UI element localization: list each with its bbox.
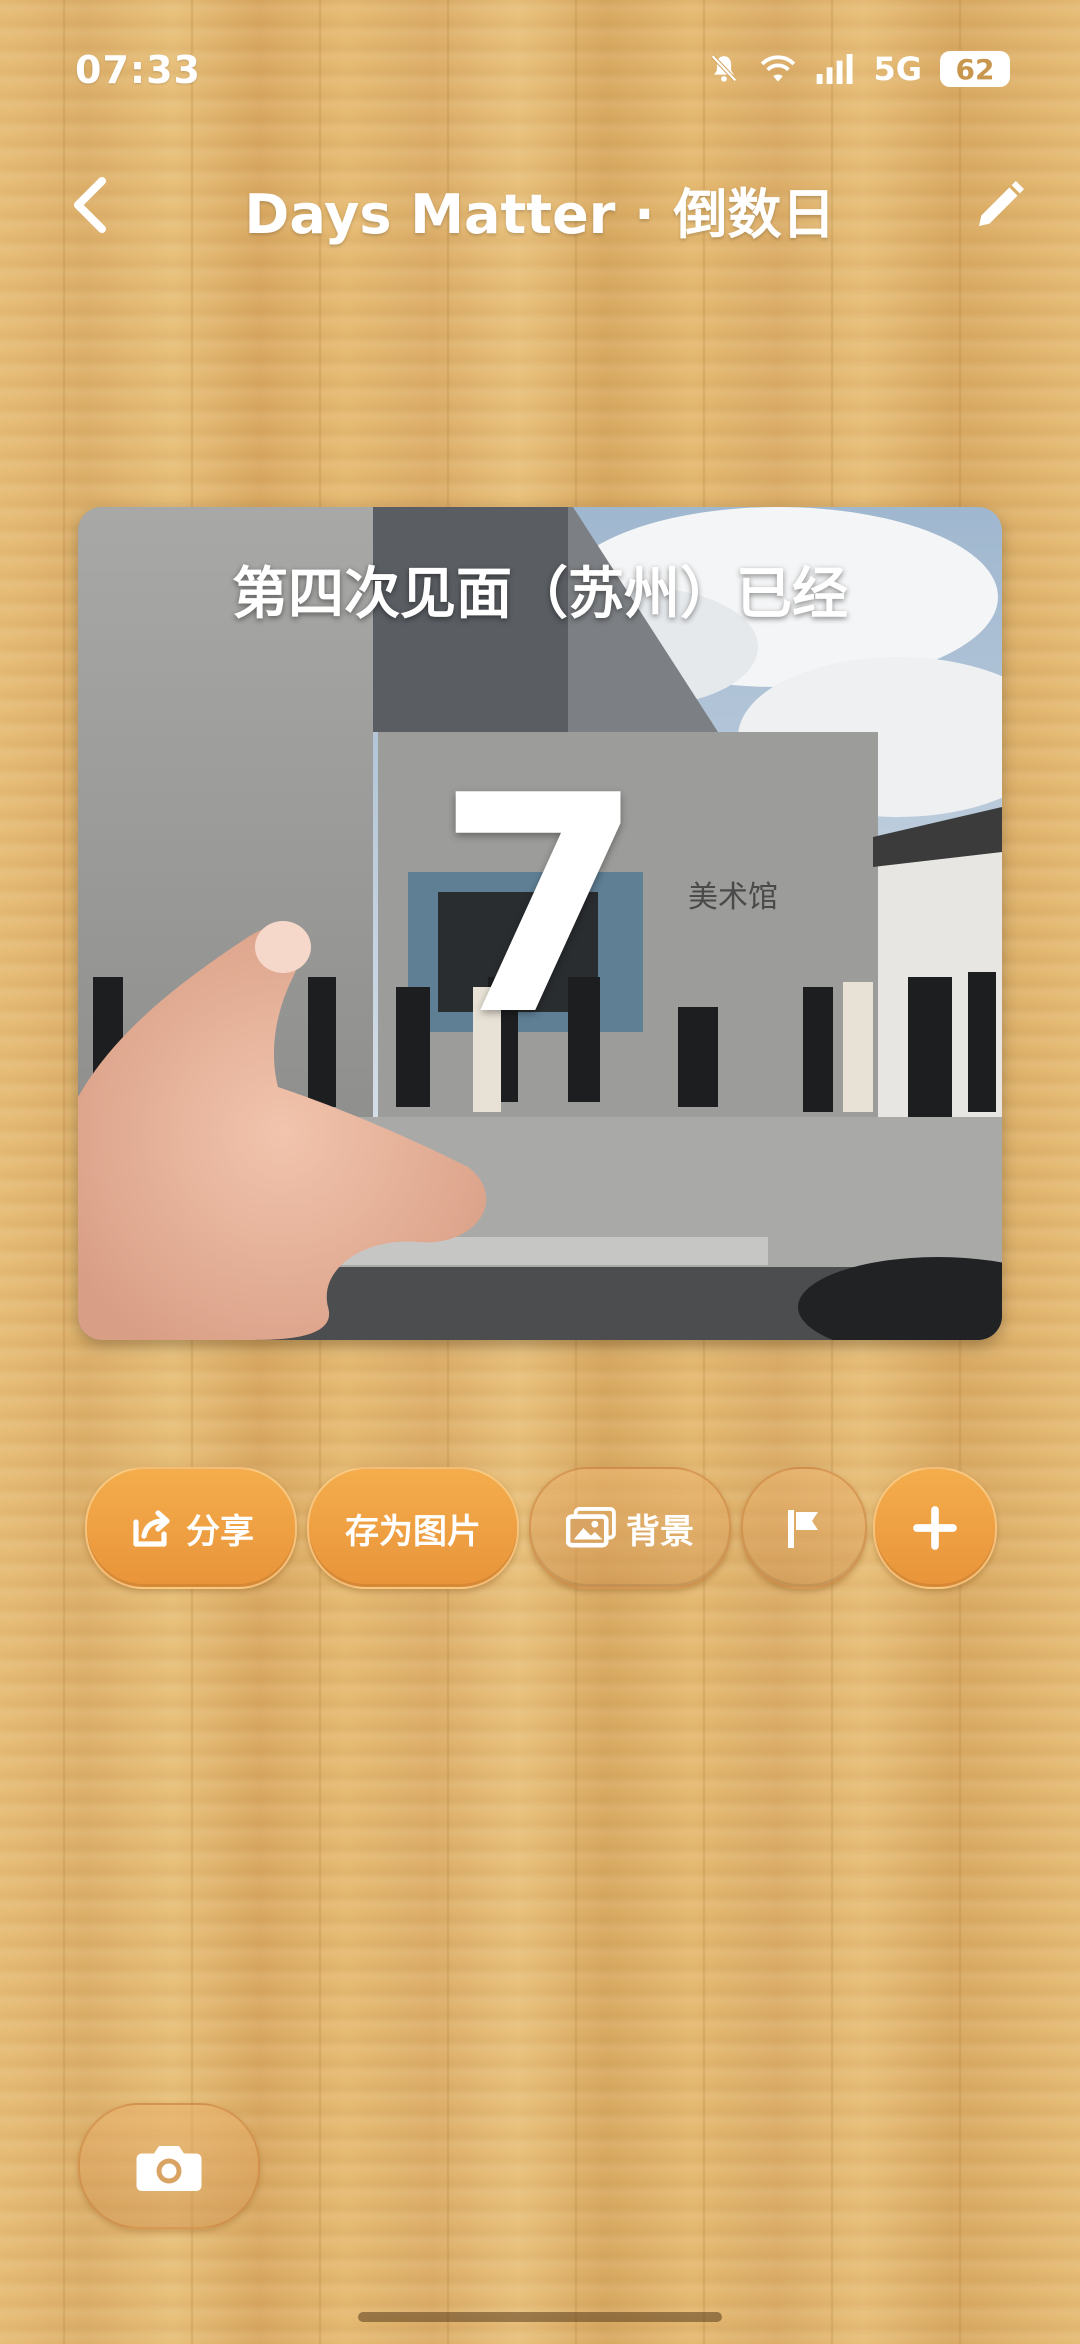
share-label: 分享 (186, 1511, 254, 1552)
share-button[interactable]: 分享 (85, 1467, 297, 1589)
app-header: Days Matter · 倒数日 (0, 160, 1080, 250)
signal-icon (817, 54, 853, 84)
battery-level: 62 (940, 51, 1010, 87)
event-title: 第四次见面（苏州）已经 (232, 562, 848, 627)
save-image-label: 存为图片 (345, 1511, 481, 1552)
edit-button[interactable] (960, 170, 1040, 240)
flag-button[interactable] (741, 1467, 867, 1589)
pencil-icon (979, 180, 1025, 226)
plus-icon (913, 1506, 957, 1550)
background-label: 背景 (626, 1511, 694, 1552)
status-bar: 07:33 5G 62 (0, 0, 1080, 140)
status-time: 07:33 (75, 48, 201, 92)
flag-icon (788, 1510, 818, 1548)
image-icon (566, 1507, 616, 1548)
add-button[interactable] (873, 1467, 997, 1589)
camera-button[interactable] (78, 2103, 260, 2229)
network-type: 5G (873, 50, 922, 88)
background-button[interactable]: 背景 (529, 1467, 731, 1589)
day-count: 7 (435, 732, 645, 1081)
share-icon (133, 1510, 170, 1547)
event-card[interactable]: 美术馆 第四次见面（苏州）已经 7 (78, 507, 1002, 1340)
home-indicator[interactable] (358, 2312, 722, 2322)
camera-icon (136, 2146, 202, 2191)
mute-bell-icon (711, 54, 738, 82)
page-title: Days Matter · 倒数日 (244, 183, 836, 246)
status-icons: 5G 62 (707, 50, 1010, 88)
save-image-button[interactable]: 存为图片 (307, 1467, 519, 1589)
wifi-icon (761, 55, 796, 82)
